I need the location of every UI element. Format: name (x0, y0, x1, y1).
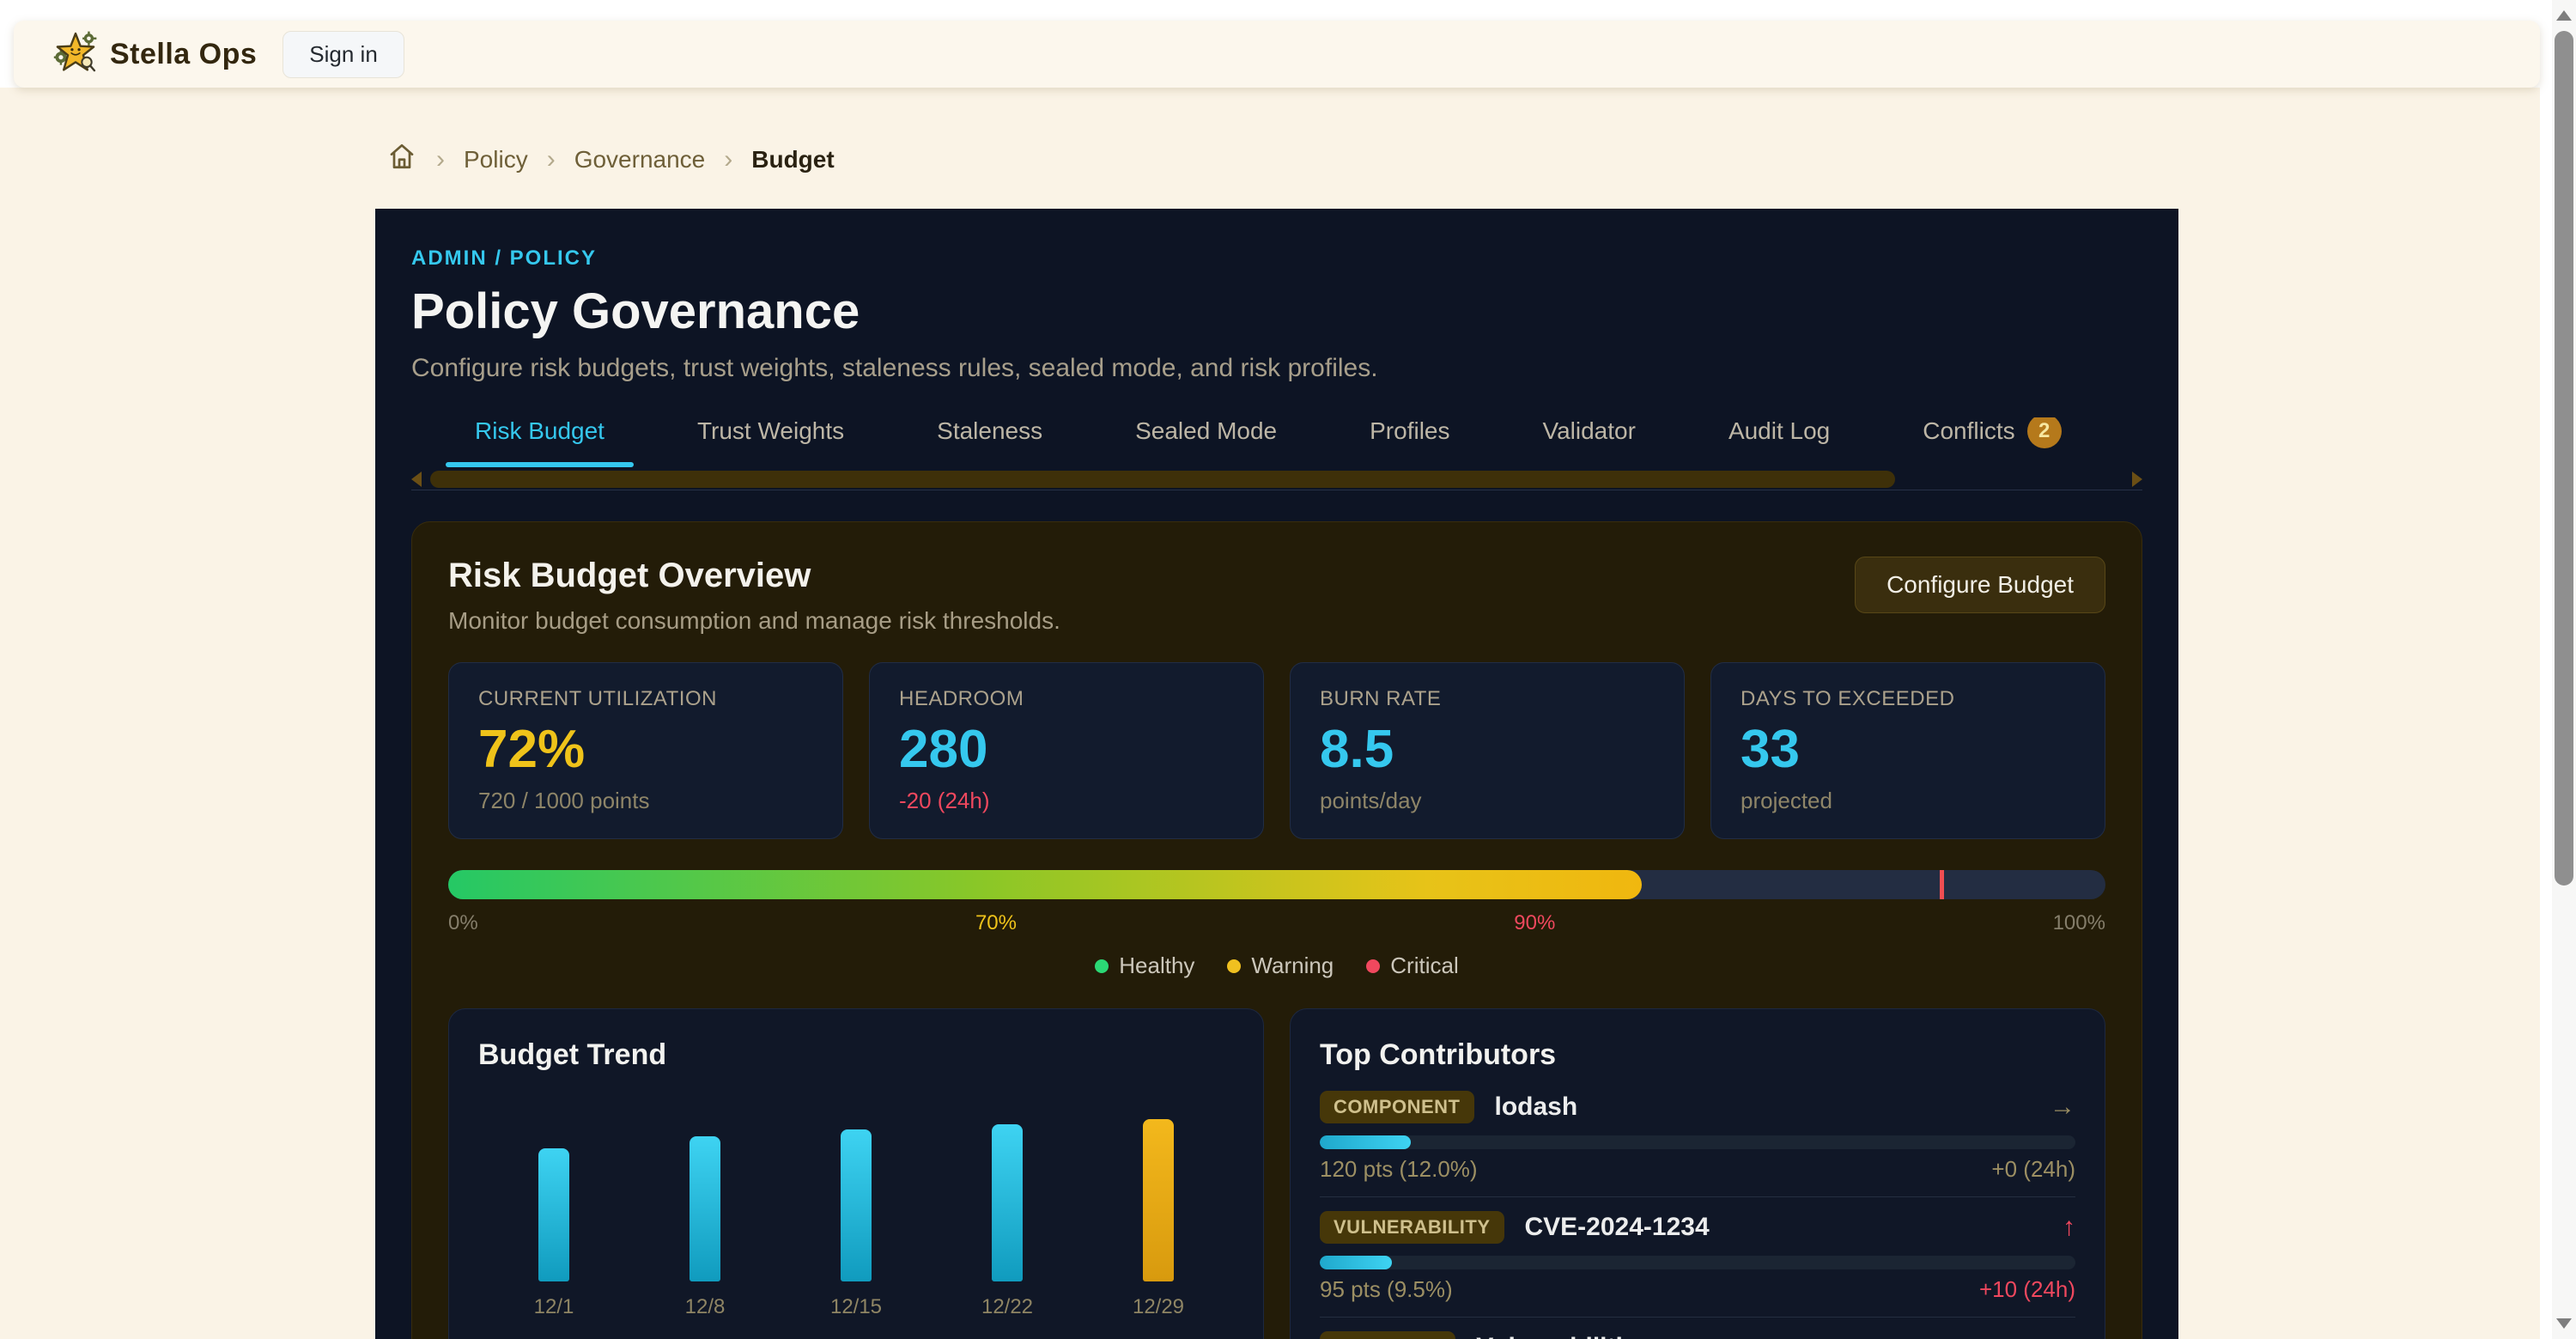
tab-risk-budget[interactable]: Risk Budget (446, 417, 634, 467)
warning-dot-icon (1227, 959, 1241, 973)
contributor-progress-track (1320, 1256, 2075, 1269)
component-badge: COMPONENT (1320, 1091, 1474, 1123)
breadcrumb-governance[interactable]: Governance (574, 146, 706, 173)
tab-bar: Risk Budget Trust Weights Staleness Seal… (411, 417, 2142, 467)
page-scrollbar (2552, 0, 2576, 1339)
tab-scrollbar (411, 471, 2142, 488)
tab-trust-weights[interactable]: Trust Weights (668, 417, 873, 467)
trend-bar (1143, 1119, 1174, 1281)
trend-bar (992, 1124, 1023, 1281)
stat-current-utilization: CURRENT UTILIZATION 72% 720 / 1000 point… (448, 662, 843, 839)
policy-governance-panel: ADMIN / POLICY Policy Governance Configu… (375, 209, 2178, 1339)
utilization-progress-bar (448, 870, 2105, 899)
app-title: Stella Ops (110, 38, 257, 71)
contributor-row-cve: VULNERABILITY CVE-2024-1234 ↑ 95 pts (9.… (1320, 1211, 2075, 1318)
page-background: › Policy › Governance › Budget ADMIN / P… (0, 88, 2540, 1339)
contributor-row-category: CATEGORY Vulnerabilities → (1320, 1331, 2075, 1339)
section-eyebrow: ADMIN / POLICY (411, 246, 2142, 271)
arrow-right-icon[interactable]: → (2050, 1093, 2075, 1122)
top-contributors-card: Top Contributors COMPONENT lodash → (1290, 1008, 2105, 1339)
legend-critical: Critical (1366, 953, 1458, 979)
trend-bar (690, 1136, 720, 1281)
stat-headroom: HEADROOM 280 -20 (24h) (869, 662, 1264, 839)
vulnerability-badge: VULNERABILITY (1320, 1211, 1504, 1244)
trend-bar (841, 1129, 872, 1281)
stat-burn-rate: BURN RATE 8.5 points/day (1290, 662, 1685, 839)
tab-profiles[interactable]: Profiles (1340, 417, 1479, 467)
configure-budget-button[interactable]: Configure Budget (1855, 557, 2105, 613)
overview-title: Risk Budget Overview (448, 557, 1060, 595)
budget-trend-card: Budget Trend 12/1 12/8 12/15 12/22 12/29 (448, 1008, 1264, 1339)
page-subtitle: Configure risk budgets, trust weights, s… (411, 354, 2142, 383)
budget-trend-title: Budget Trend (478, 1038, 1234, 1072)
stat-cards: CURRENT UTILIZATION 72% 720 / 1000 point… (448, 662, 2105, 839)
critical-threshold-marker (1940, 870, 1944, 899)
category-badge: CATEGORY (1320, 1331, 1455, 1339)
critical-dot-icon (1366, 959, 1380, 973)
page-scrollbar-thumb[interactable] (2555, 31, 2573, 886)
sign-in-button[interactable]: Sign in (283, 31, 404, 78)
legend-warning: Warning (1227, 953, 1334, 979)
breadcrumb-separator: › (436, 145, 445, 174)
breadcrumb-policy[interactable]: Policy (464, 146, 528, 173)
tab-clipped[interactable]: Pl (2125, 417, 2142, 467)
budget-trend-x-labels: 12/1 12/8 12/15 12/22 12/29 (478, 1295, 1234, 1319)
utilization-fill (448, 870, 1642, 899)
tab-scroll-right-arrow[interactable] (2132, 472, 2142, 487)
arrow-up-icon[interactable]: ↑ (2063, 1213, 2075, 1242)
utilization-axis-labels: 0% 70% 90% 100% (448, 911, 2105, 935)
page-title: Policy Governance (411, 283, 2142, 340)
contributor-progress-fill (1320, 1135, 1411, 1149)
home-icon[interactable] (386, 141, 417, 178)
tab-conflicts[interactable]: Conflicts 2 (1893, 417, 2090, 467)
tab-scroll-left-arrow[interactable] (411, 472, 422, 487)
healthy-dot-icon (1095, 959, 1109, 973)
tab-scrollbar-track[interactable] (425, 471, 2129, 488)
top-contributors-title: Top Contributors (1320, 1038, 2075, 1072)
breadcrumb: › Policy › Governance › Budget (386, 141, 2540, 178)
risk-budget-overview-card: Risk Budget Overview Monitor budget cons… (411, 521, 2142, 1339)
contributor-row-lodash: COMPONENT lodash → 120 pts (12.0%) +0 (2… (1320, 1091, 2075, 1197)
legend-healthy: Healthy (1095, 953, 1194, 979)
scroll-down-arrow[interactable] (2556, 1318, 2572, 1329)
overview-subtitle: Monitor budget consumption and manage ri… (448, 607, 1060, 635)
stella-ops-logo-icon (53, 30, 98, 79)
arrow-right-icon[interactable]: → (2050, 1333, 2075, 1339)
conflicts-count-badge: 2 (2027, 417, 2062, 448)
contributor-progress-fill (1320, 1256, 1392, 1269)
breadcrumb-separator: › (724, 145, 732, 174)
stat-days-to-exceeded: DAYS TO EXCEEDED 33 projected (1710, 662, 2105, 839)
tab-scrollbar-thumb[interactable] (430, 471, 1895, 488)
trend-bar (538, 1148, 569, 1281)
tab-sealed-mode[interactable]: Sealed Mode (1106, 417, 1306, 467)
contributor-progress-track (1320, 1135, 2075, 1149)
tab-audit-log[interactable]: Audit Log (1699, 417, 1859, 467)
breadcrumb-separator: › (547, 145, 556, 174)
tab-validator[interactable]: Validator (1514, 417, 1665, 467)
brand: Stella Ops (53, 30, 257, 79)
scroll-up-arrow[interactable] (2556, 10, 2572, 21)
breadcrumb-budget: Budget (751, 146, 834, 173)
app-header: Stella Ops Sign in (14, 21, 2540, 88)
tab-staleness[interactable]: Staleness (908, 417, 1072, 467)
status-legend: Healthy Warning Critical (448, 953, 2105, 979)
budget-trend-chart (478, 1093, 1234, 1281)
